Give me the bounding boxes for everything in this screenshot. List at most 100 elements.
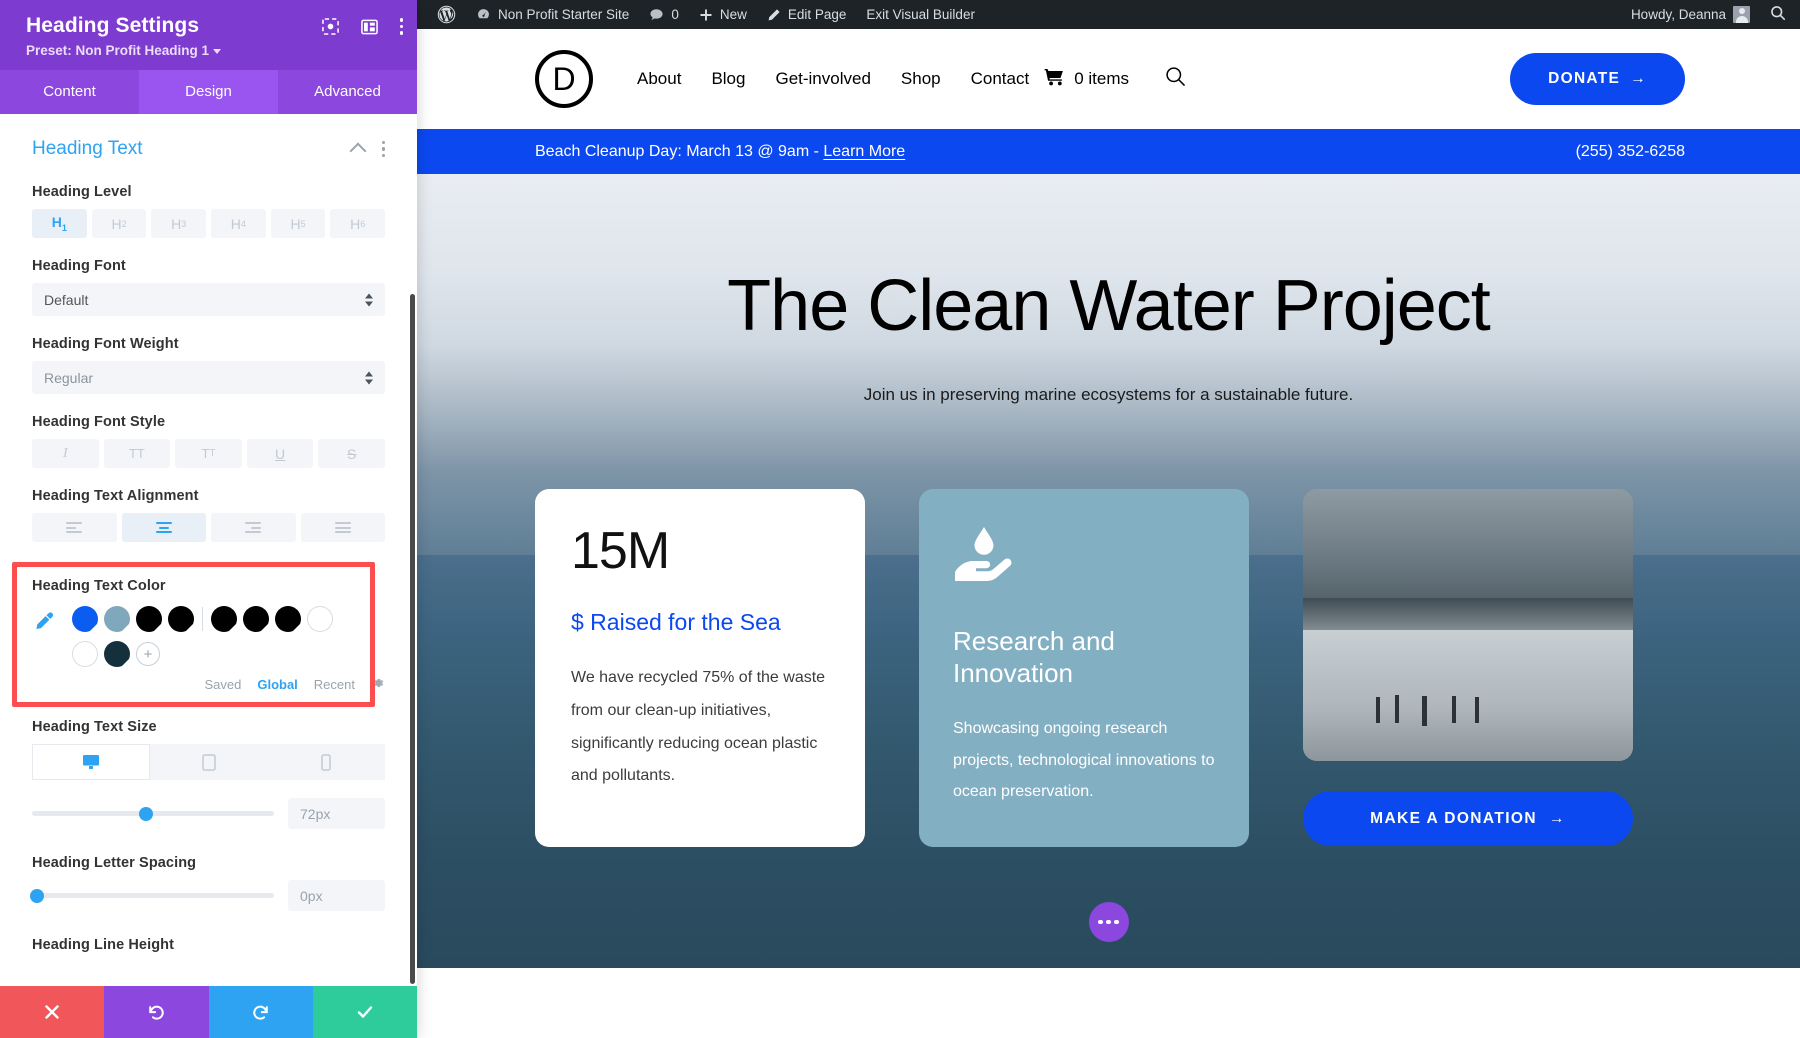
phone-number[interactable]: (255) 352-6258 bbox=[1576, 143, 1685, 161]
field-heading-level: Heading Level H1 H2 H3 H4 H5 H6 bbox=[32, 184, 385, 238]
tab-content[interactable]: Content bbox=[0, 70, 139, 114]
heading-text-size-value[interactable]: 72px bbox=[288, 798, 385, 829]
color-swatch-white-2[interactable] bbox=[72, 641, 98, 667]
heading-letter-spacing-value[interactable]: 0px bbox=[288, 880, 385, 911]
font-style-uppercase[interactable]: TT bbox=[104, 439, 171, 468]
donate-button[interactable]: DONATE → bbox=[1510, 53, 1685, 105]
phone-icon[interactable] bbox=[267, 744, 385, 780]
section-title-heading-text: Heading Text bbox=[32, 138, 143, 160]
site-logo[interactable]: D bbox=[535, 50, 593, 108]
color-source-tabs: Saved Global Recent bbox=[72, 676, 385, 693]
align-left-icon[interactable] bbox=[32, 513, 117, 542]
announcement-text: Beach Cleanup Day: March 13 @ 9am - bbox=[535, 143, 823, 160]
add-color-button[interactable]: + bbox=[136, 642, 160, 666]
save-button[interactable] bbox=[313, 986, 417, 1038]
color-swatch-black-4[interactable] bbox=[243, 606, 269, 632]
slider-handle[interactable] bbox=[139, 807, 153, 821]
align-justify-icon[interactable] bbox=[301, 513, 386, 542]
color-tab-saved[interactable]: Saved bbox=[204, 677, 241, 692]
heading-font-weight-value: Regular bbox=[44, 370, 93, 386]
align-right-icon[interactable] bbox=[211, 513, 296, 542]
slider-handle[interactable] bbox=[30, 889, 44, 903]
color-swatch-black-5[interactable] bbox=[275, 606, 301, 632]
preset-label: Preset: Non Profit Heading 1 bbox=[26, 43, 209, 58]
color-swatch-row-2: + bbox=[72, 641, 385, 667]
plus-icon bbox=[699, 8, 713, 22]
cart-items-label[interactable]: 0 items bbox=[1074, 69, 1129, 89]
color-swatch-dark-teal[interactable] bbox=[104, 641, 130, 667]
announcement-bar: Beach Cleanup Day: March 13 @ 9am - Lear… bbox=[417, 129, 1800, 174]
gear-icon[interactable] bbox=[371, 676, 385, 693]
field-heading-line-height: Heading Line Height bbox=[32, 937, 385, 953]
panel-footer-actions bbox=[0, 986, 417, 1038]
preset-selector[interactable]: Preset: Non Profit Heading 1 bbox=[26, 43, 399, 58]
ellipsis-icon[interactable] bbox=[1089, 902, 1129, 942]
field-heading-text-color: Heading Text Color bbox=[0, 562, 417, 707]
nav-item-get-involved[interactable]: Get-involved bbox=[775, 69, 870, 89]
heading-text-size-slider[interactable] bbox=[32, 811, 274, 816]
font-style-strikethrough[interactable]: S bbox=[318, 439, 385, 468]
heading-level-h2[interactable]: H2 bbox=[92, 209, 147, 238]
color-swatch-white-1[interactable] bbox=[307, 606, 333, 632]
color-tab-global[interactable]: Global bbox=[257, 677, 297, 692]
color-swatch-black-3[interactable] bbox=[211, 606, 237, 632]
nav-item-blog[interactable]: Blog bbox=[711, 69, 745, 89]
cart-icon[interactable] bbox=[1044, 68, 1065, 91]
heading-text-size-label: Heading Text Size bbox=[32, 719, 385, 735]
undo-button[interactable] bbox=[104, 986, 208, 1038]
nav-item-shop[interactable]: Shop bbox=[901, 69, 941, 89]
close-button[interactable] bbox=[0, 986, 104, 1038]
comments-item[interactable]: 0 bbox=[639, 7, 689, 22]
font-style-underline[interactable]: U bbox=[247, 439, 314, 468]
announcement-link[interactable]: Learn More bbox=[823, 143, 905, 160]
color-tab-recent[interactable]: Recent bbox=[314, 677, 355, 692]
arrow-right-icon: → bbox=[1549, 810, 1566, 828]
font-style-italic[interactable]: I bbox=[32, 439, 99, 468]
heading-level-h5[interactable]: H5 bbox=[271, 209, 326, 238]
more-vertical-icon[interactable] bbox=[400, 18, 404, 35]
tablet-icon[interactable] bbox=[150, 744, 268, 780]
color-swatch-steel[interactable] bbox=[104, 606, 130, 632]
site-name-item[interactable]: Non Profit Starter Site bbox=[466, 7, 639, 22]
heading-level-h3[interactable]: H3 bbox=[151, 209, 206, 238]
font-style-smallcaps[interactable]: TT bbox=[175, 439, 242, 468]
heading-level-h1[interactable]: H1 bbox=[32, 209, 87, 238]
cards-section: 15M $ Raised for the Sea We have recycle… bbox=[417, 555, 1800, 968]
layout-columns-icon[interactable] bbox=[361, 19, 378, 35]
hero-subtitle[interactable]: Join us in preserving marine ecosystems … bbox=[417, 385, 1800, 405]
new-label: New bbox=[720, 7, 747, 22]
more-vertical-icon[interactable] bbox=[382, 141, 386, 158]
heading-level-h6[interactable]: H6 bbox=[330, 209, 385, 238]
color-swatch-black-2[interactable] bbox=[168, 606, 194, 632]
redo-button[interactable] bbox=[209, 986, 313, 1038]
tab-advanced[interactable]: Advanced bbox=[278, 70, 417, 114]
search-icon[interactable] bbox=[1770, 5, 1792, 24]
panel-body: Heading Text Heading Level H1 H2 H3 bbox=[0, 114, 417, 986]
research-card-title: Research and Innovation bbox=[953, 626, 1215, 689]
tab-design[interactable]: Design bbox=[139, 70, 278, 114]
heading-level-h4[interactable]: H4 bbox=[211, 209, 266, 238]
heading-font-select[interactable]: Default bbox=[32, 283, 385, 316]
nav-item-contact[interactable]: Contact bbox=[971, 69, 1030, 89]
heading-letter-spacing-slider[interactable] bbox=[32, 893, 274, 898]
wp-admin-bar: Non Profit Starter Site 0 New Edit Page … bbox=[417, 0, 1800, 29]
align-center-icon[interactable] bbox=[122, 513, 207, 542]
color-swatch-blue[interactable] bbox=[72, 606, 98, 632]
howdy-item[interactable]: Howdy, Deanna bbox=[1621, 6, 1760, 23]
desktop-icon[interactable] bbox=[32, 744, 150, 780]
field-heading-text-alignment: Heading Text Alignment bbox=[32, 488, 385, 542]
nav-item-about[interactable]: About bbox=[637, 69, 681, 89]
new-item[interactable]: New bbox=[689, 7, 757, 22]
color-swatch-black-1[interactable] bbox=[136, 606, 162, 632]
focus-target-icon[interactable] bbox=[322, 18, 339, 35]
make-a-donation-button[interactable]: MAKE A DONATION → bbox=[1303, 791, 1633, 846]
exit-visual-builder-item[interactable]: Exit Visual Builder bbox=[856, 7, 985, 22]
heading-font-weight-select[interactable]: Regular bbox=[32, 361, 385, 394]
hero-heading[interactable]: The Clean Water Project bbox=[417, 269, 1800, 345]
panel-scrollbar[interactable] bbox=[410, 294, 415, 984]
wordpress-icon[interactable] bbox=[427, 5, 466, 24]
chevron-up-icon[interactable] bbox=[349, 143, 366, 160]
edit-page-item[interactable]: Edit Page bbox=[757, 7, 857, 22]
search-icon[interactable] bbox=[1165, 66, 1186, 92]
eyedropper-icon[interactable] bbox=[32, 606, 58, 637]
